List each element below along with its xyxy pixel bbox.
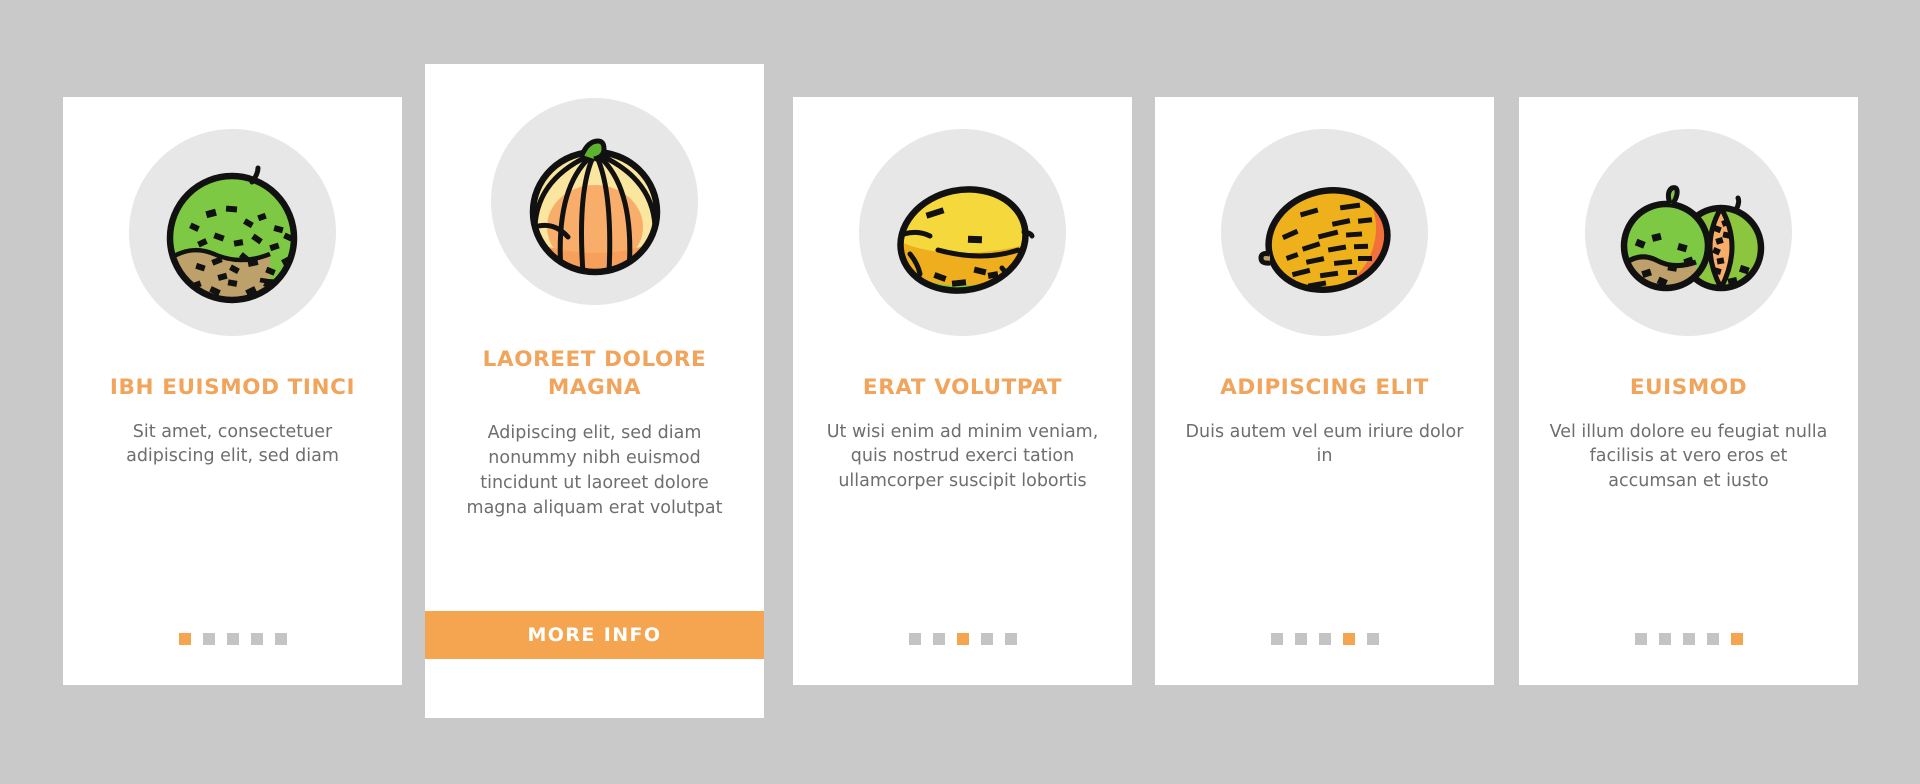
card-description: Duis autem vel eum iriure dolor in [1185,421,1464,467]
card-description: Adipiscing elit, sed diam nonummy nibh e… [466,423,723,518]
progress-dot-2[interactable] [1658,633,1671,645]
progress-dot-3[interactable] [1682,633,1695,645]
progress-dot-5[interactable] [1730,633,1743,645]
cantaloupe-ribbed-melon-icon [529,138,660,275]
card-description: Vel illum dolore eu feugiat nulla facili… [1549,421,1828,492]
progress-dots[interactable] [793,633,1132,645]
progress-dot-3[interactable] [226,633,239,645]
card-title: ERAT VOLUTPAT [862,375,1063,400]
onboarding-card-4[interactable]: ADIPISCING ELIT Duis autem vel eum iriur… [1155,97,1494,685]
illustration-wrap [793,129,1132,336]
progress-dot-1[interactable] [1634,633,1647,645]
progress-dots[interactable] [63,633,402,645]
card-description: Sit amet, consectetuer adipiscing elit, … [126,421,339,467]
illustration-wrap [63,129,402,336]
icon-disc-background [1221,129,1428,336]
progress-dot-2[interactable] [202,633,215,645]
illustration-wrap [1519,129,1858,336]
more-info-button[interactable]: MORE INFO [425,611,764,659]
card-description: Ut wisi enim ad minim veniam, quis nostr… [826,421,1099,492]
onboarding-card-2-featured[interactable]: LAOREET DOLORE MAGNA Adipiscing elit, se… [425,64,764,718]
yellow-oval-melon-icon [895,185,1034,302]
onboarding-card-1[interactable]: IBH EUISMOD TINCI Sit amet, consectetuer… [63,97,402,685]
progress-dot-5[interactable] [274,633,287,645]
progress-dot-4[interactable] [980,633,993,645]
icon-disc-background [1585,129,1792,336]
progress-dot-1[interactable] [178,633,191,645]
progress-dot-1[interactable] [908,633,921,645]
icon-disc-background [491,98,698,305]
progress-dot-2[interactable] [932,633,945,645]
progress-dot-5[interactable] [1366,633,1379,645]
progress-dot-5[interactable] [1004,633,1017,645]
card-title: EUISMOD [1629,375,1748,400]
icon-disc-background [859,129,1066,336]
icon-disc-background [129,129,336,336]
progress-dot-1[interactable] [1270,633,1283,645]
progress-dots[interactable] [1155,633,1494,645]
progress-dots[interactable] [1519,633,1858,645]
illustration-wrap [1155,129,1494,336]
progress-dot-3[interactable] [956,633,969,645]
card-title: LAOREET DOLORE MAGNA [482,347,707,400]
card-title: ADIPISCING ELIT [1220,375,1429,400]
onboarding-card-3[interactable]: ERAT VOLUTPAT Ut wisi enim ad minim veni… [793,97,1132,685]
progress-dot-4[interactable] [250,633,263,645]
melon-pair-halved-icon [1620,184,1764,291]
progress-dot-2[interactable] [1294,633,1307,645]
progress-dot-4[interactable] [1706,633,1719,645]
progress-dot-3[interactable] [1318,633,1331,645]
golden-orange-melon-icon [1258,181,1398,302]
onboarding-screens-stage: IBH EUISMOD TINCI Sit amet, consectetuer… [0,0,1920,784]
card-title: IBH EUISMOD TINCI [109,375,356,400]
illustration-wrap [425,98,764,305]
progress-dot-4[interactable] [1342,633,1355,645]
green-brown-melon-icon [166,165,297,303]
onboarding-card-5[interactable]: EUISMOD Vel illum dolore eu feugiat null… [1519,97,1858,685]
